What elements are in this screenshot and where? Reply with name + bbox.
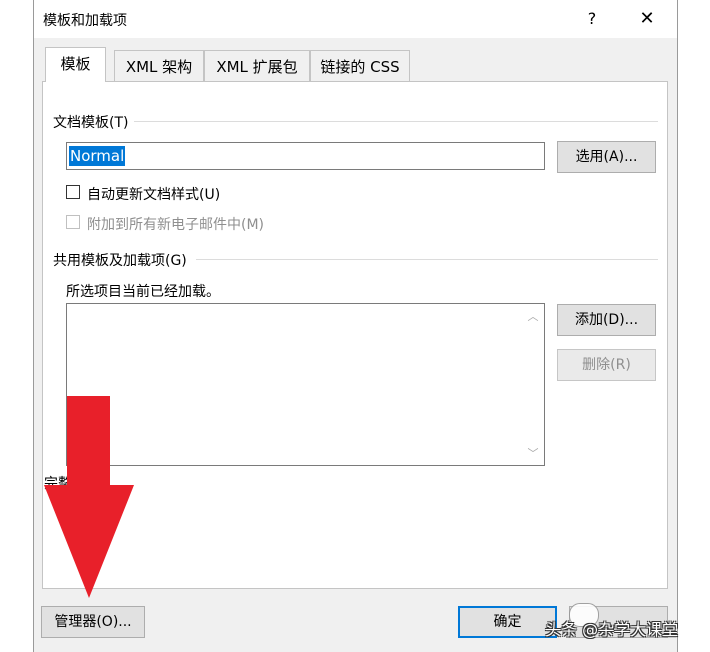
window-title: 模板和加载项 [43, 13, 127, 29]
scroll-up-icon[interactable]: ︿ [526, 308, 540, 324]
full-path-label: 完整路径: [44, 476, 105, 492]
scroll-down-icon[interactable]: ﹀ [526, 445, 540, 461]
attach-email-label: 附加到所有新电子邮件中(M) [87, 217, 265, 233]
document-template-input[interactable]: Normal [66, 142, 545, 170]
document-template-label: 文档模板(T) [53, 112, 133, 132]
add-template-button[interactable]: 添加(D)... [557, 304, 656, 336]
auto-update-checkbox[interactable] [66, 185, 80, 199]
loaded-description: 所选项目当前已经加载。 [66, 284, 220, 300]
tab-templates[interactable]: 模板 [45, 47, 106, 82]
choose-template-button[interactable]: 选用(A)... [557, 141, 656, 173]
organizer-button[interactable]: 管理器(O)... [41, 606, 145, 638]
global-templates-label: 共用模板及加载项(G) [53, 250, 191, 270]
ok-button[interactable]: 确定 [458, 606, 557, 638]
divider [134, 121, 658, 122]
tab-xml-expansion-packs[interactable]: XML 扩展包 [204, 50, 310, 82]
watermark: 头条 @杂学大课堂 [545, 620, 679, 639]
auto-update-label: 自动更新文档样式(U) [87, 187, 221, 203]
close-button[interactable]: ✕ [632, 6, 662, 32]
remove-template-button[interactable]: 删除(R) [557, 349, 656, 381]
global-templates-list[interactable]: ︿ ﹀ [66, 303, 545, 466]
tab-linked-css[interactable]: 链接的 CSS [310, 50, 410, 82]
templates-addins-dialog: 模板和加载项 ? ✕ 模板 XML 架构 XML 扩展包 链接的 CSS 文档模… [33, 0, 678, 652]
divider [196, 259, 658, 260]
help-button[interactable]: ? [578, 6, 606, 32]
tab-xml-schema[interactable]: XML 架构 [114, 50, 204, 82]
title-bar: 模板和加载项 ? ✕ [34, 0, 677, 38]
document-template-value: Normal [69, 146, 126, 166]
attach-email-checkbox[interactable] [66, 215, 80, 229]
